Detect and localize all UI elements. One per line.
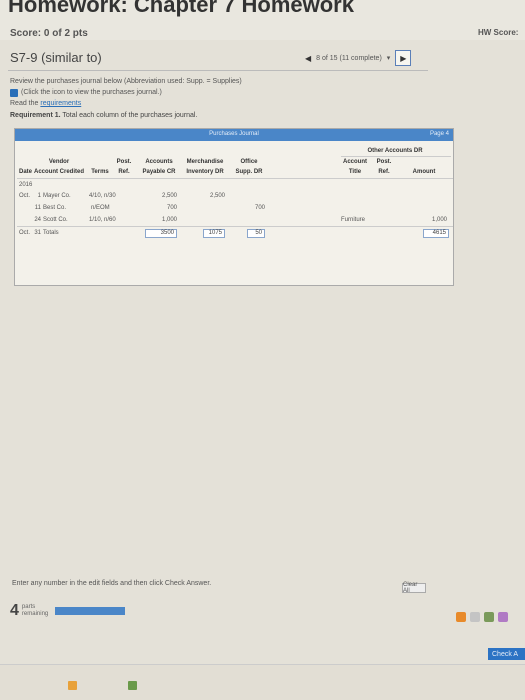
requirement-body: Total each column of the purchases journ… bbox=[62, 112, 198, 119]
ap-total-input[interactable]: 3500 bbox=[145, 229, 177, 238]
problem-intro: Review the purchases journal below (Abbr… bbox=[10, 76, 242, 109]
office-total-input[interactable]: 50 bbox=[247, 229, 265, 238]
journal-info-icon[interactable] bbox=[10, 88, 18, 97]
read-prefix: Read the bbox=[10, 100, 39, 107]
vendor-header-2: Account Credited bbox=[33, 169, 84, 175]
totals-divider bbox=[17, 226, 453, 227]
amount-total-input[interactable]: 4615 bbox=[423, 229, 449, 238]
app-icon[interactable] bbox=[470, 612, 480, 622]
row-vendor: Best Co. bbox=[43, 205, 67, 211]
intro-text: Review the purchases journal below (Abbr… bbox=[10, 78, 242, 85]
header-bar: Homework: Chapter 7 Homework Score: 0 of… bbox=[0, 0, 525, 40]
row-terms: 1/10, n/60 bbox=[89, 217, 116, 223]
app-icon[interactable] bbox=[128, 681, 137, 690]
office-header-1: Office bbox=[240, 159, 258, 165]
merch-header-2: Inventory DR bbox=[186, 169, 224, 175]
row-month: Oct. bbox=[19, 193, 31, 199]
requirements-link[interactable]: requirements bbox=[40, 100, 81, 107]
row-vendor: Scott Co. bbox=[43, 217, 68, 223]
parts-count: 4 bbox=[10, 602, 19, 619]
app-icon[interactable] bbox=[68, 681, 77, 690]
purchases-journal: Purchases Journal Page 4 Other Accounts … bbox=[14, 128, 454, 286]
post-header-2: Ref. bbox=[118, 169, 130, 175]
account-header-2: Title bbox=[348, 169, 362, 175]
row-day: 24 bbox=[34, 217, 41, 223]
header-divider bbox=[17, 178, 453, 179]
year: 2016 bbox=[19, 182, 33, 188]
parts-label-1: parts bbox=[21, 604, 36, 610]
row-ap: 2,500 bbox=[161, 193, 177, 199]
clear-all-button[interactable]: Clear All bbox=[402, 582, 426, 594]
bottom-toolbar bbox=[0, 664, 525, 700]
row-merch: 2,500 bbox=[209, 193, 225, 199]
row-office: 700 bbox=[254, 205, 265, 211]
app-icon[interactable] bbox=[498, 612, 508, 622]
question-navigation: ◀ 8 of 15 (11 complete) ▾ ▶ bbox=[305, 50, 412, 66]
row-day: 1 bbox=[37, 193, 41, 199]
journal-page-label: Page 4 bbox=[429, 131, 449, 137]
parts-label-2: remaining bbox=[21, 611, 49, 617]
other-post-header-1: Post. bbox=[376, 159, 392, 165]
office-header-2: Supp. DR bbox=[235, 169, 263, 175]
app-icon[interactable] bbox=[456, 612, 466, 622]
row-account-title: Furniture bbox=[341, 217, 366, 223]
instruction-text: Enter any number in the edit fields and … bbox=[12, 580, 212, 587]
journal-title: Purchases Journal bbox=[209, 131, 259, 137]
row-ap: 1,000 bbox=[161, 217, 177, 223]
totals-label: Totals bbox=[43, 230, 59, 236]
post-header-1: Post. bbox=[116, 159, 132, 165]
app-icon[interactable] bbox=[484, 612, 494, 622]
requirement-text: Requirement 1. Total each column of the … bbox=[10, 112, 197, 119]
previous-question-button[interactable]: ◀ bbox=[305, 54, 311, 63]
vendor-header-1: Vendor bbox=[48, 159, 70, 165]
intro-click-hint: (Click the icon to view the purchases jo… bbox=[21, 89, 162, 96]
merch-total-input[interactable]: 1075 bbox=[203, 229, 225, 238]
row-terms: n/EOM bbox=[91, 205, 110, 211]
parts-remaining: 4 parts remaining bbox=[10, 602, 126, 620]
terms-header: Terms bbox=[91, 169, 109, 175]
row-terms: 4/10, n/30 bbox=[89, 193, 116, 199]
problem-title: S7-9 (similar to) bbox=[10, 50, 102, 65]
hw-score-label: HW Score: bbox=[478, 28, 519, 37]
group-divider bbox=[341, 156, 451, 157]
row-vendor: Mayer Co. bbox=[43, 193, 71, 199]
other-accounts-header: Other Accounts DR bbox=[367, 148, 423, 154]
homework-title: Homework: Chapter 7 Homework bbox=[8, 0, 354, 17]
question-position: 8 of 15 (11 complete) bbox=[316, 54, 382, 62]
row-ap: 700 bbox=[166, 205, 177, 211]
row-day: 11 bbox=[34, 205, 41, 211]
question-menu-icon[interactable]: ▾ bbox=[387, 54, 391, 62]
row-amount: 1,000 bbox=[431, 217, 447, 223]
ap-header-1: Accounts bbox=[145, 159, 173, 165]
amount-header: Amount bbox=[412, 169, 436, 175]
progress-bar bbox=[55, 607, 126, 615]
divider bbox=[8, 70, 428, 71]
score-label: Score: bbox=[10, 28, 42, 39]
next-question-button[interactable]: ▶ bbox=[395, 50, 412, 66]
score: Score: 0 of 2 pts bbox=[10, 28, 88, 39]
totals-day: 31 bbox=[34, 230, 41, 236]
check-answer-button[interactable]: Check A bbox=[488, 648, 525, 660]
requirement-label: Requirement 1. bbox=[10, 112, 61, 119]
account-header-1: Account bbox=[343, 159, 367, 165]
other-post-header-2: Ref. bbox=[378, 169, 390, 175]
merch-header-1: Merchandise bbox=[186, 159, 224, 165]
ap-header-2: Payable CR bbox=[142, 169, 176, 175]
score-value: 0 of 2 pts bbox=[43, 28, 88, 39]
totals-month: Oct. bbox=[19, 230, 31, 236]
